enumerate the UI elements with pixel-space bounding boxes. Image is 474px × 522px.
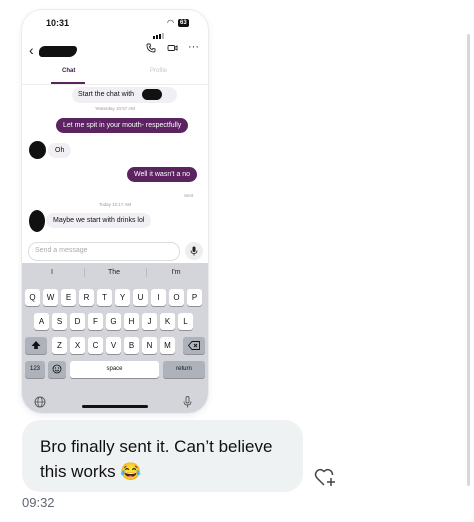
- caption-text: Bro finally sent it. Can’t believe this …: [40, 437, 273, 481]
- tab-chat[interactable]: Chat: [62, 68, 75, 74]
- timestamp: Yesterday 10:57 AM: [94, 106, 136, 111]
- active-tab-indicator: [51, 82, 85, 84]
- key[interactable]: F: [88, 313, 103, 330]
- avatar: [29, 141, 46, 159]
- chat-header: ‹ ···: [22, 38, 208, 64]
- key[interactable]: W: [43, 289, 58, 306]
- key[interactable]: X: [70, 337, 85, 354]
- phone-screenshot: 10:31 ◠ 63 ‹ ··· Chat Profile Start the …: [22, 10, 208, 413]
- phone-icon[interactable]: [146, 43, 156, 56]
- status-bar: 10:31 ◠ 63: [22, 10, 208, 39]
- suggestion[interactable]: I'm: [146, 269, 206, 276]
- key[interactable]: R: [79, 289, 94, 306]
- start-chat-chip: Start the chat with: [72, 87, 177, 103]
- key[interactable]: E: [61, 289, 76, 306]
- return-key[interactable]: return: [163, 361, 205, 378]
- message-outgoing: Let me spit in your mouth- respectfully: [56, 118, 189, 133]
- key[interactable]: A: [34, 313, 49, 330]
- key[interactable]: Z: [52, 337, 67, 354]
- signal-icon: [153, 21, 165, 39]
- key[interactable]: Y: [115, 289, 130, 306]
- key[interactable]: D: [70, 313, 85, 330]
- message-outgoing: Well it wasn't a no: [127, 167, 198, 182]
- numbers-key[interactable]: 123: [25, 361, 45, 378]
- message-incoming: Maybe we start with drinks lol: [46, 213, 152, 228]
- scrollbar[interactable]: [467, 34, 470, 486]
- mic-icon[interactable]: [183, 396, 192, 411]
- caption-time: 09:32: [22, 495, 55, 510]
- keyboard: I The I'm Q W E R T Y U I O P A S D F G …: [22, 263, 208, 413]
- key[interactable]: J: [142, 313, 157, 330]
- suggestion[interactable]: The: [84, 269, 144, 276]
- message-input-placeholder: Send a message: [35, 247, 88, 254]
- start-chat-label: Start the chat with: [78, 91, 135, 98]
- chat-tabs: Chat Profile: [22, 66, 208, 85]
- mic-icon[interactable]: [185, 242, 203, 260]
- more-icon[interactable]: ···: [188, 41, 199, 53]
- redacted-contact-name: [39, 46, 77, 57]
- key[interactable]: G: [106, 313, 121, 330]
- key[interactable]: B: [124, 337, 139, 354]
- chevron-left-icon[interactable]: ‹: [29, 42, 34, 58]
- video-icon[interactable]: [167, 43, 178, 56]
- timestamp: Today 10:17 AM: [98, 202, 132, 207]
- wifi-icon: ◠: [167, 18, 174, 27]
- redacted-name: [142, 89, 162, 100]
- key[interactable]: H: [124, 313, 139, 330]
- key[interactable]: V: [106, 337, 121, 354]
- space-key[interactable]: space: [70, 361, 159, 378]
- key[interactable]: S: [52, 313, 67, 330]
- emoji-icon[interactable]: [48, 361, 66, 378]
- battery-level: 63: [178, 19, 189, 27]
- key[interactable]: N: [142, 337, 157, 354]
- key[interactable]: O: [169, 289, 184, 306]
- key[interactable]: C: [88, 337, 103, 354]
- key[interactable]: T: [97, 289, 112, 306]
- message-input[interactable]: Send a message: [28, 242, 180, 261]
- heart-plus-icon[interactable]: [314, 466, 338, 493]
- message-incoming: Oh: [48, 143, 72, 158]
- shift-icon[interactable]: [25, 337, 47, 354]
- avatar: [29, 210, 45, 232]
- key[interactable]: Q: [25, 289, 40, 306]
- sent-status: Sent: [184, 193, 194, 198]
- tab-profile[interactable]: Profile: [150, 68, 167, 74]
- globe-icon[interactable]: [34, 396, 46, 411]
- suggestion[interactable]: I: [22, 269, 82, 276]
- key[interactable]: I: [151, 289, 166, 306]
- key[interactable]: L: [178, 313, 193, 330]
- key[interactable]: U: [133, 289, 148, 306]
- key[interactable]: M: [160, 337, 175, 354]
- home-indicator: [82, 405, 148, 408]
- key[interactable]: P: [187, 289, 202, 306]
- caption-bubble: Bro finally sent it. Can’t believe this …: [22, 420, 303, 492]
- status-time: 10:31: [46, 18, 70, 28]
- backspace-icon[interactable]: [183, 337, 205, 354]
- key[interactable]: K: [160, 313, 175, 330]
